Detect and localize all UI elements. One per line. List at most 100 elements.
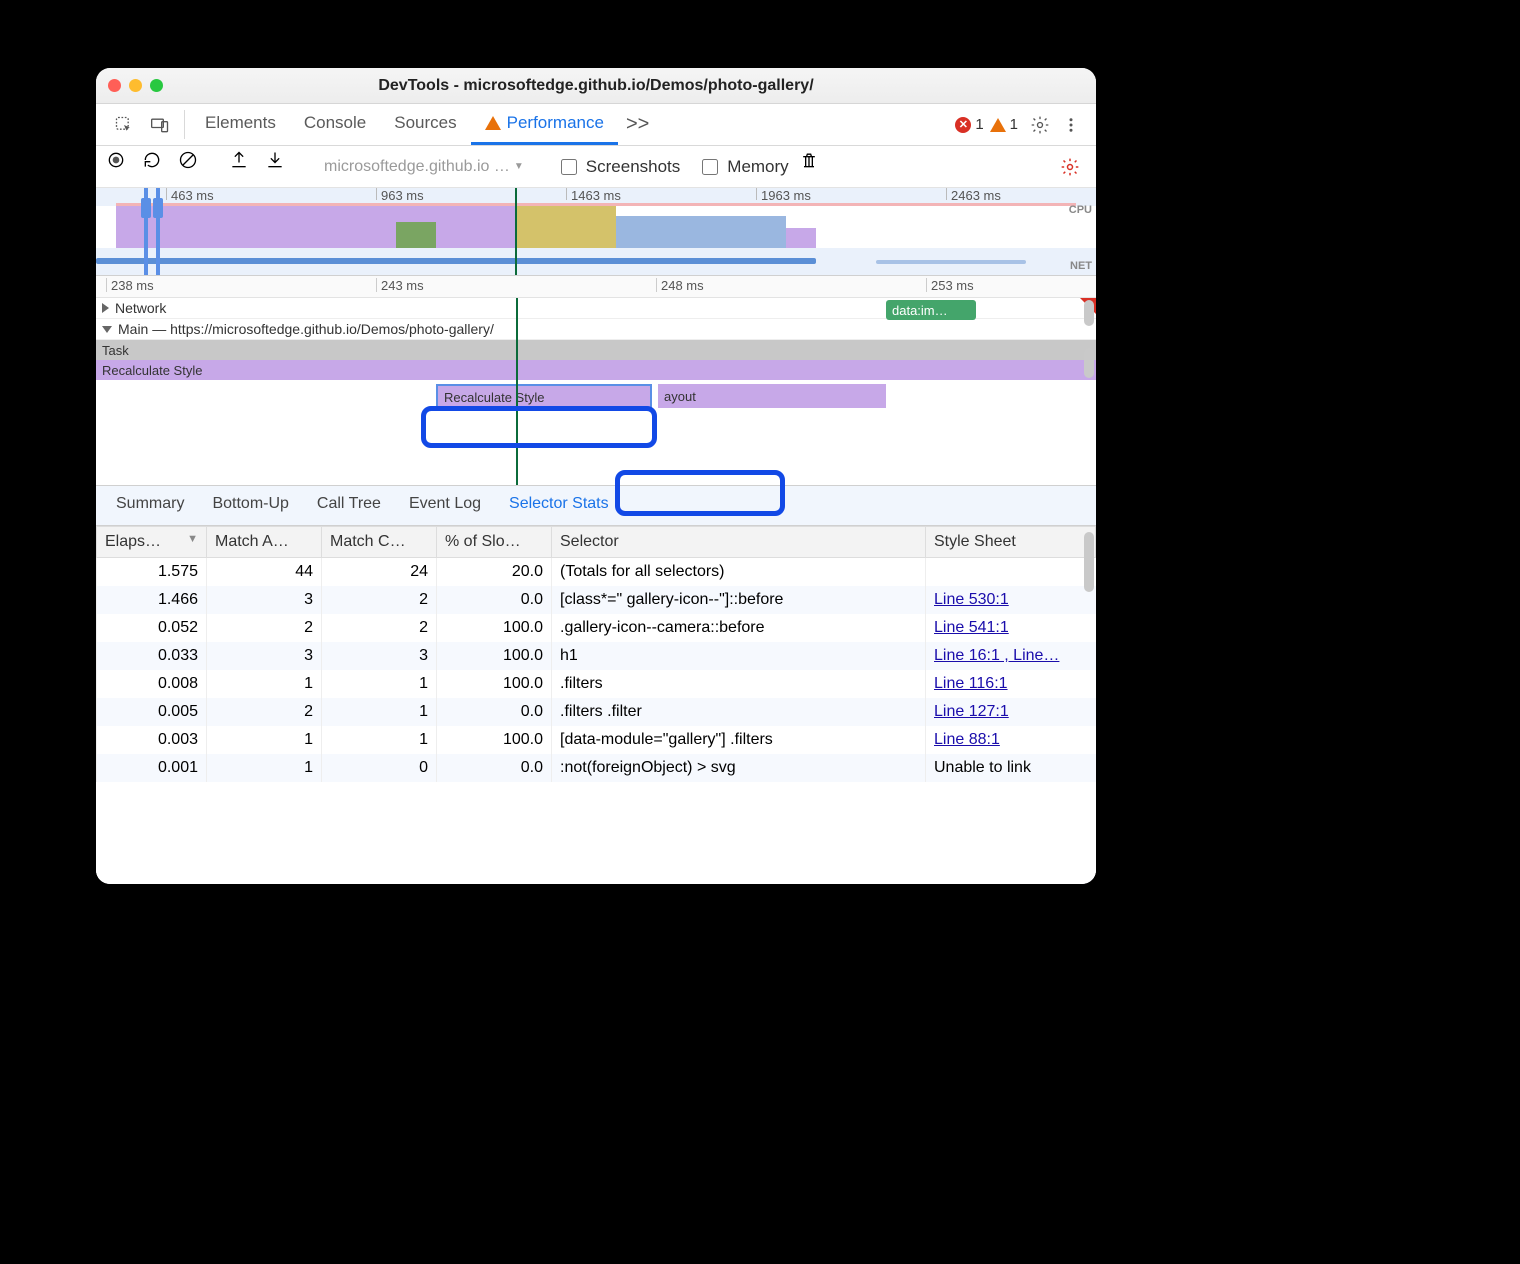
cell: 100.0	[437, 726, 552, 754]
network-request-chip[interactable]: data:im…	[886, 300, 976, 320]
stylesheet-link[interactable]: Line 116:1	[934, 675, 1008, 692]
cell: 0	[322, 754, 437, 782]
scrollbar-thumb[interactable]	[1084, 532, 1094, 592]
record-icon[interactable]	[106, 150, 140, 184]
selection-handle-left[interactable]	[144, 188, 148, 275]
collect-garbage-icon[interactable]	[799, 150, 833, 184]
upload-icon[interactable]	[229, 150, 263, 184]
warning-badge[interactable]: 1	[990, 104, 1018, 145]
recording-selector[interactable]: microsoftedge.github.io … ▼	[316, 158, 532, 176]
flame-bar-layout[interactable]: ayout	[658, 384, 886, 408]
cell: 1	[322, 698, 437, 726]
cell: 1	[322, 726, 437, 754]
table-row[interactable]: 1.575442420.0(Totals for all selectors)	[97, 558, 1096, 587]
col-elapsed[interactable]: Elaps…▼	[97, 527, 207, 558]
cell: 44	[207, 558, 322, 587]
recording-selector-label: microsoftedge.github.io …	[324, 158, 510, 176]
device-emulation-icon[interactable]	[142, 104, 178, 145]
scrollbar-thumb[interactable]	[1084, 348, 1094, 378]
checkbox-input[interactable]	[702, 159, 718, 175]
cell: 3	[322, 642, 437, 670]
tick-label: 243 ms	[376, 278, 424, 292]
cell: 0.0	[437, 586, 552, 614]
more-options-icon[interactable]	[1056, 104, 1086, 145]
table-row[interactable]: 0.005210.0.filters .filterLine 127:1	[97, 698, 1096, 726]
overview-net-track	[96, 254, 1096, 270]
cell-stylesheet: Line 530:1	[926, 586, 1096, 614]
triangle-down-icon	[102, 326, 112, 333]
flame-bar-recalc-style[interactable]: Recalculate Style	[96, 360, 1096, 380]
detail-tab-bottom-up[interactable]: Bottom-Up	[198, 486, 302, 525]
cell: 1	[207, 726, 322, 754]
performance-toolbar: microsoftedge.github.io … ▼ Screenshots …	[96, 146, 1096, 188]
checkbox-memory[interactable]: Memory	[690, 156, 796, 178]
minimize-icon[interactable]	[129, 79, 142, 92]
tab-elements[interactable]: Elements	[191, 104, 290, 145]
overview-strip[interactable]: 463 ms 963 ms 1463 ms 1963 ms 2463 ms CP…	[96, 188, 1096, 276]
cell-stylesheet: Line 127:1	[926, 698, 1096, 726]
flame-bar-recalc-style-selected[interactable]: Recalculate Style	[436, 384, 652, 410]
flame-chart[interactable]: 238 ms 243 ms 248 ms 253 ms Network data…	[96, 276, 1096, 486]
cell: .filters .filter	[552, 698, 926, 726]
col-match-count[interactable]: Match C…	[322, 527, 437, 558]
inspect-icon[interactable]	[106, 104, 142, 145]
checkbox-input[interactable]	[561, 159, 577, 175]
table-row[interactable]: 0.00811100.0.filtersLine 116:1	[97, 670, 1096, 698]
selector-stats-grid[interactable]: Elaps…▼ Match A… Match C… % of Slo… Sele…	[96, 526, 1096, 884]
playhead[interactable]	[515, 188, 517, 275]
stylesheet-link[interactable]: Line 541:1	[934, 619, 1009, 636]
selection-handle-right[interactable]	[156, 188, 160, 275]
stylesheet-link[interactable]: Line 16:1 , Line…	[934, 647, 1059, 664]
table-row[interactable]: 0.05222100.0.gallery-icon--camera::befor…	[97, 614, 1096, 642]
col-match-attempts[interactable]: Match A…	[207, 527, 322, 558]
flame-bar-task[interactable]: Task	[96, 340, 1096, 360]
more-tabs[interactable]: >>	[618, 104, 657, 145]
tab-console[interactable]: Console	[290, 104, 380, 145]
cell: 2	[322, 614, 437, 642]
tick-label: 463 ms	[166, 188, 214, 200]
error-icon: ✕	[955, 117, 971, 133]
detail-tab-summary[interactable]: Summary	[102, 486, 198, 525]
checkbox-label: Memory	[727, 157, 788, 177]
settings-icon[interactable]	[1024, 104, 1056, 145]
flame-playhead[interactable]	[516, 298, 518, 485]
detail-tabs: Summary Bottom-Up Call Tree Event Log Se…	[96, 486, 1096, 526]
capture-settings-icon[interactable]	[1054, 157, 1086, 177]
track-main-header[interactable]: Main — https://microsoftedge.github.io/D…	[96, 319, 1096, 340]
table-row[interactable]: 1.466320.0[class*=" gallery-icon--"]::be…	[97, 586, 1096, 614]
tab-sources[interactable]: Sources	[380, 104, 470, 145]
close-icon[interactable]	[108, 79, 121, 92]
tab-label: Sources	[394, 113, 456, 133]
separator	[184, 110, 185, 139]
detail-tab-selector-stats[interactable]: Selector Stats	[495, 486, 623, 525]
stylesheet-link[interactable]: Line 530:1	[934, 591, 1009, 608]
col-pct-slow[interactable]: % of Slo…	[437, 527, 552, 558]
detail-tab-event-log[interactable]: Event Log	[395, 486, 495, 525]
reload-icon[interactable]	[142, 150, 176, 184]
checkbox-screenshots[interactable]: Screenshots	[549, 156, 689, 178]
tick-label: 2463 ms	[946, 188, 1001, 200]
cell: [data-module="gallery"] .filters	[552, 726, 926, 754]
detail-tab-call-tree[interactable]: Call Tree	[303, 486, 395, 525]
error-badge[interactable]: ✕1	[955, 104, 983, 145]
table-row[interactable]: 0.03333100.0h1Line 16:1 , Line…	[97, 642, 1096, 670]
clear-icon[interactable]	[178, 150, 212, 184]
scrollbar-thumb[interactable]	[1084, 300, 1094, 326]
col-stylesheet[interactable]: Style Sheet	[926, 527, 1096, 558]
cell-stylesheet: Line 16:1 , Line…	[926, 642, 1096, 670]
cell: 1	[322, 670, 437, 698]
tick-label: 1963 ms	[756, 188, 811, 200]
stylesheet-link[interactable]: Line 88:1	[934, 731, 1000, 748]
tab-label: Console	[304, 113, 366, 133]
download-icon[interactable]	[265, 150, 299, 184]
col-selector[interactable]: Selector	[552, 527, 926, 558]
table-row[interactable]: 0.001100.0:not(foreignObject) > svgUnabl…	[97, 754, 1096, 782]
table-header-row: Elaps…▼ Match A… Match C… % of Slo… Sele…	[97, 527, 1096, 558]
zoom-icon[interactable]	[150, 79, 163, 92]
table-row[interactable]: 0.00311100.0[data-module="gallery"] .fil…	[97, 726, 1096, 754]
tab-performance[interactable]: Performance	[471, 104, 618, 145]
warning-count: 1	[1010, 116, 1018, 133]
overview-cpu-track	[96, 206, 1096, 248]
cell: 2	[322, 586, 437, 614]
stylesheet-link[interactable]: Line 127:1	[934, 703, 1009, 720]
